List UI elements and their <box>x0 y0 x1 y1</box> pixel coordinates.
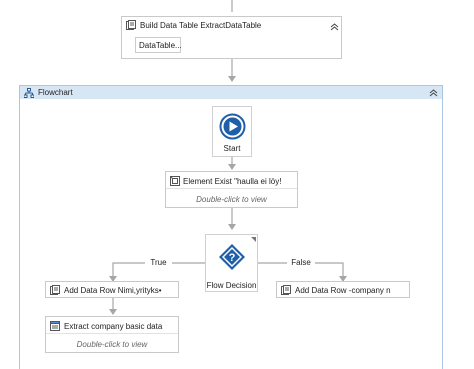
element-exists-activity[interactable]: Element Exist "haulla ei löy! Double-cli… <box>165 171 298 208</box>
build-data-table-title: Build Data Table ExtractDataTable <box>140 21 262 30</box>
add-data-row-false-activity[interactable]: Add Data Row -company n <box>276 281 410 298</box>
add-data-row-true-title: Add Data Row Nimi,yrityks• <box>64 286 162 295</box>
flow-decision-node[interactable]: ? Flow Decision <box>205 234 258 292</box>
start-label: Start <box>223 144 241 153</box>
true-label-text: True <box>150 258 167 267</box>
flowchart-title: Flowchart <box>38 88 73 97</box>
add-data-row-true-activity[interactable]: Add Data Row Nimi,yrityks• <box>45 281 179 298</box>
false-branch-label[interactable]: False <box>287 257 315 269</box>
true-branch-label[interactable]: True <box>145 257 172 269</box>
extract-company-data-hint: Double-click to view <box>76 340 148 349</box>
flowchart-header: Flowchart <box>20 86 442 99</box>
build-data-table-activity[interactable]: Build Data Table ExtractDataTable DataTa… <box>121 16 342 59</box>
divider <box>46 333 178 334</box>
extract-company-data-title: Extract company basic data <box>64 322 163 331</box>
flow-decision-label: Flow Decision <box>206 281 257 290</box>
svg-text:?: ? <box>229 252 236 264</box>
element-exists-hint: Double-click to view <box>196 195 267 204</box>
activity-icon <box>126 20 136 30</box>
add-data-row-false-title: Add Data Row -company n <box>295 286 391 295</box>
extract-company-data-activity[interactable]: Extract company basic data Double-click … <box>45 316 179 353</box>
datatable-button[interactable]: DataTable... <box>135 37 182 53</box>
false-label-text: False <box>291 258 311 267</box>
datatable-button-label: DataTable... <box>139 41 182 50</box>
divider <box>166 188 297 189</box>
start-node[interactable]: Start <box>212 106 252 157</box>
element-exists-title: Element Exist "haulla ei löy! <box>183 177 282 186</box>
